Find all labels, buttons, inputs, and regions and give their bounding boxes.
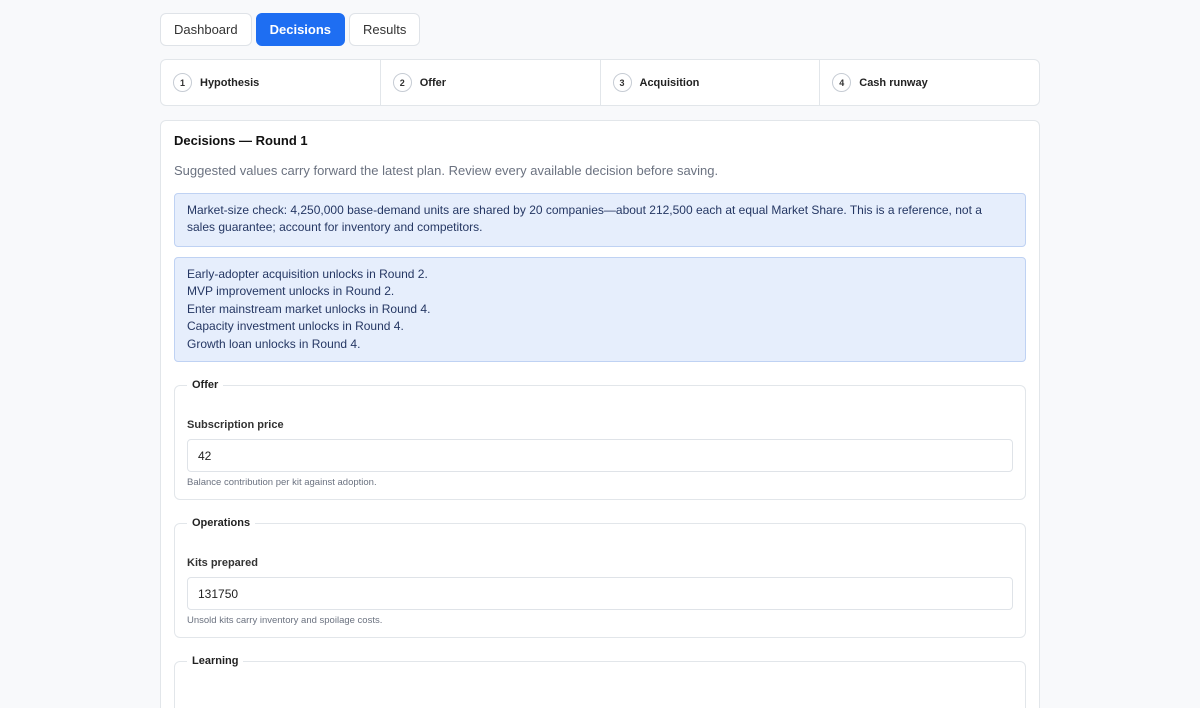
- kits-prepared-input[interactable]: [187, 577, 1013, 610]
- unlock-item: Early-adopter acquisition unlocks in Rou…: [187, 267, 428, 281]
- step-cash-runway[interactable]: 4 Cash runway: [820, 60, 1039, 105]
- market-size-notice: Market-size check: 4,250,000 base-demand…: [174, 193, 1026, 247]
- step-hypothesis[interactable]: 1 Hypothesis: [161, 60, 381, 105]
- step-number: 2: [392, 73, 412, 92]
- step-label: Hypothesis: [200, 76, 260, 89]
- offer-group: Offer Subscription price Balance contrib…: [174, 379, 1026, 500]
- unlocks-notice: Early-adopter acquisition unlocks in Rou…: [174, 257, 1026, 362]
- offer-legend: Offer: [192, 379, 219, 391]
- unlock-item: Enter mainstream market unlocks in Round…: [187, 301, 431, 316]
- unlock-item: Growth loan unlocks in Round 4.: [187, 336, 361, 351]
- step-acquisition[interactable]: 3 Acquisition: [601, 60, 821, 105]
- kits-prepared-help: Unsold kits carry inventory and spoilage…: [187, 615, 383, 626]
- operations-group: Operations Kits prepared Unsold kits car…: [174, 517, 1026, 638]
- decisions-page: Dashboard Decisions Results 1 Hypothesis…: [160, 13, 1040, 708]
- tab-dashboard[interactable]: Dashboard: [160, 13, 252, 46]
- unlock-item: Capacity investment unlocks in Round 4.: [187, 319, 404, 334]
- learning-legend: Learning: [192, 655, 239, 667]
- subscription-price-input[interactable]: [187, 439, 1013, 472]
- learning-group: Learning: [174, 655, 1026, 708]
- tab-results[interactable]: Results: [349, 13, 421, 46]
- tab-decisions[interactable]: Decisions: [255, 13, 346, 46]
- panel-subtitle: Suggested values carry forward the lates…: [174, 163, 719, 178]
- step-label: Acquisition: [639, 76, 700, 89]
- step-offer[interactable]: 2 Offer: [381, 60, 601, 105]
- step-label: Cash runway: [859, 76, 928, 89]
- unlock-item: MVP improvement unlocks in Round 2.: [187, 284, 395, 299]
- panel-title: Decisions — Round 1: [174, 133, 308, 148]
- kits-prepared-label: Kits prepared: [187, 557, 258, 569]
- subscription-price-label: Subscription price: [187, 419, 284, 431]
- step-label: Offer: [419, 76, 447, 89]
- step-number: 1: [173, 73, 192, 92]
- decisions-panel: Decisions — Round 1 Suggested values car…: [160, 120, 1040, 708]
- main-tabs: Dashboard Decisions Results: [160, 13, 1040, 46]
- step-number: 3: [612, 73, 632, 92]
- subscription-price-help: Balance contribution per kit against ado…: [187, 477, 377, 488]
- operations-legend: Operations: [192, 517, 251, 529]
- step-number: 4: [832, 73, 852, 92]
- step-progress: 1 Hypothesis 2 Offer 3 Acquisition 4 Cas…: [160, 59, 1040, 106]
